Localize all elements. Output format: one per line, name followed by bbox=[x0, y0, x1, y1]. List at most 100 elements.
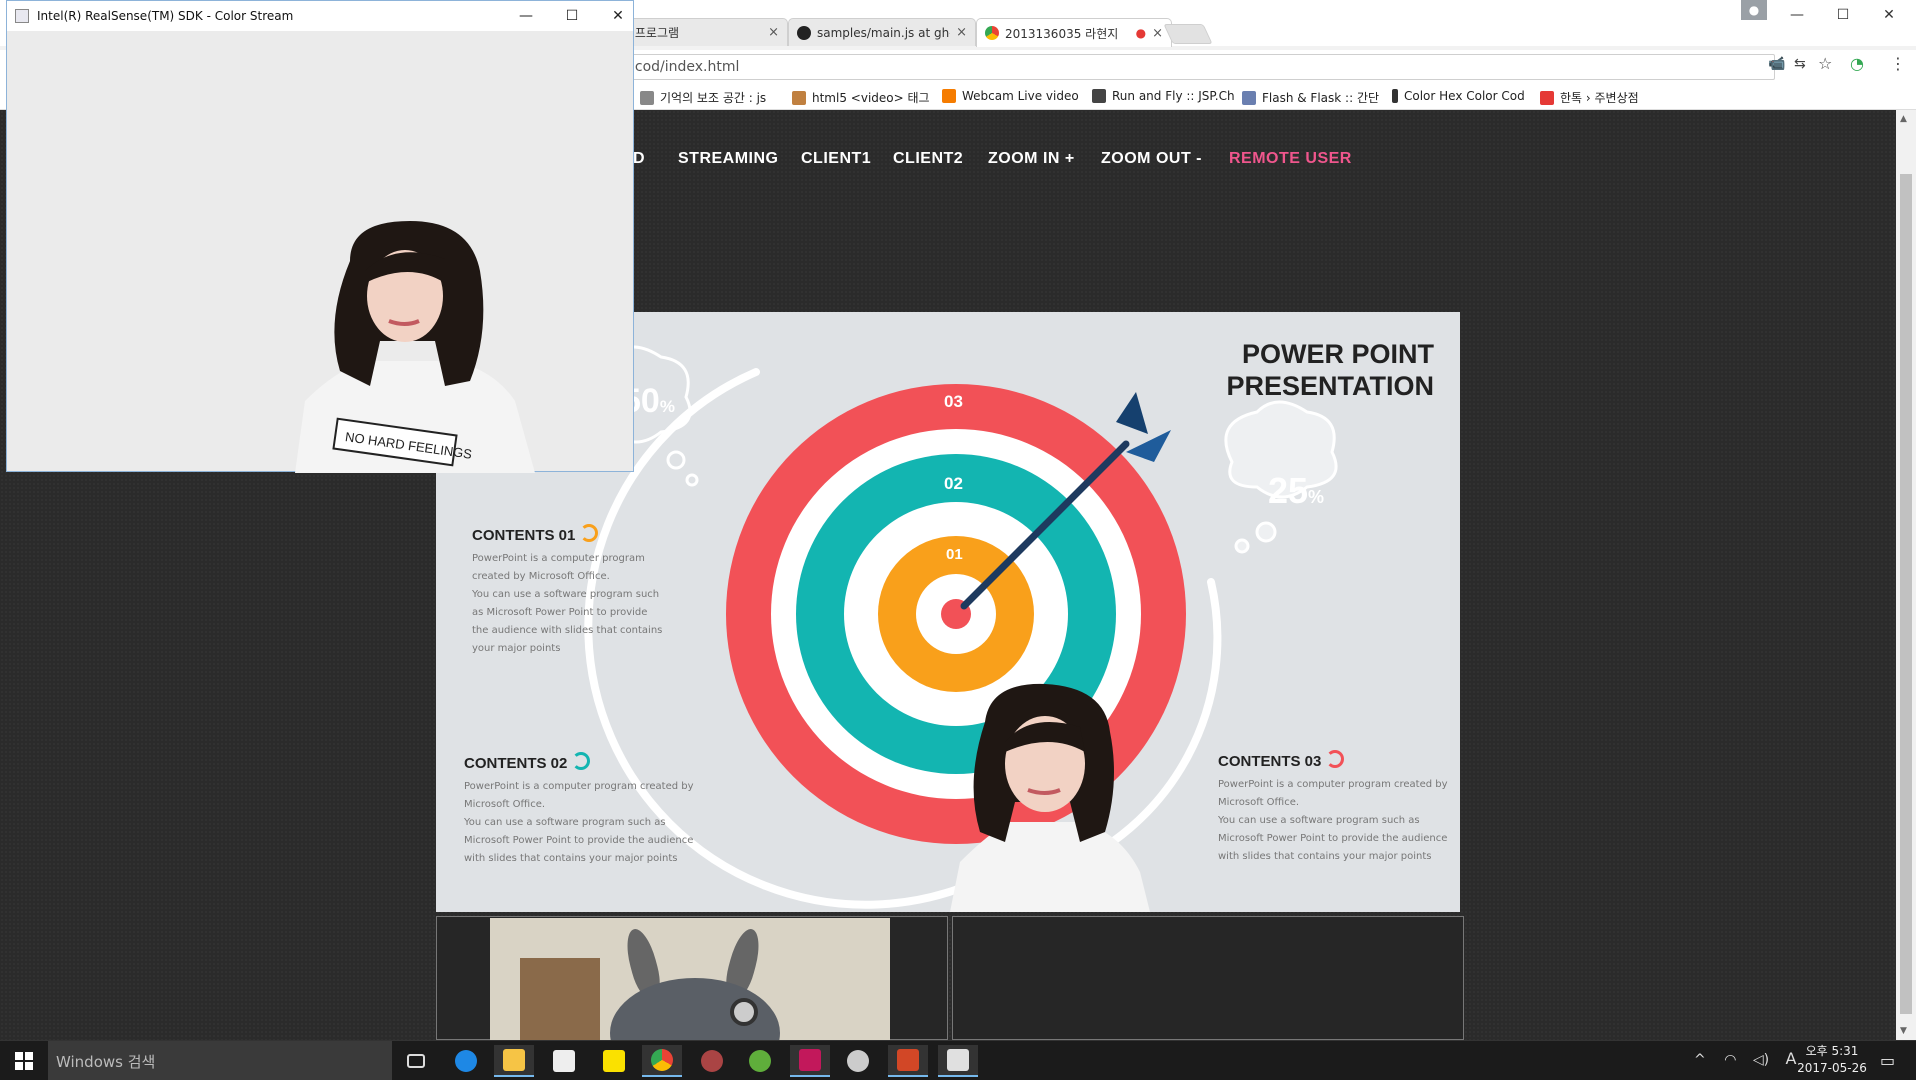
nav-client1[interactable]: CLIENT1 bbox=[801, 150, 871, 168]
text-line: PowerPoint is a computer program created… bbox=[464, 781, 694, 792]
translate-icon[interactable]: ⇆ bbox=[1794, 56, 1806, 72]
bookmark-item[interactable]: 한톡 › 주변상점 bbox=[1540, 89, 1639, 106]
ring-label-01: 01 bbox=[946, 546, 963, 563]
profile-icon[interactable]: ● bbox=[1741, 0, 1767, 20]
app-generic-icon[interactable] bbox=[692, 1045, 732, 1077]
color-stream-person: NO HARD FEELINGS bbox=[295, 221, 535, 473]
bookmark-label: Run and Fly :: JSP.Ch bbox=[1112, 89, 1235, 103]
contents-02-title-text: CONTENTS 02 bbox=[464, 755, 568, 772]
text-line: You can use a software program such as bbox=[1218, 815, 1420, 826]
system-tray: ^ ◠ ◁) A bbox=[1694, 1049, 1797, 1068]
java-icon bbox=[15, 9, 29, 23]
nav-zoom-in[interactable]: ZOOM IN + bbox=[988, 150, 1075, 168]
bookmark-item[interactable]: Flash & Flask :: 간단 bbox=[1242, 89, 1379, 106]
menu-icon[interactable]: ⋮ bbox=[1890, 54, 1906, 73]
utorrent-icon[interactable] bbox=[740, 1045, 780, 1077]
bookmark-icon bbox=[1540, 90, 1554, 105]
bookmark-item[interactable]: Run and Fly :: JSP.Ch bbox=[1092, 89, 1235, 103]
page-scrollbar[interactable]: ▲ ▼ bbox=[1896, 110, 1916, 1040]
bookmark-label: 기억의 보조 공간 : js bbox=[660, 91, 767, 105]
close-button[interactable]: ✕ bbox=[1866, 0, 1912, 30]
contents-01-body: PowerPoint is a computer program created… bbox=[472, 550, 672, 658]
scroll-up-icon[interactable]: ▲ bbox=[1900, 114, 1907, 124]
tab-label: samples/main.js at gh-p bbox=[817, 25, 951, 40]
kakaotalk-icon[interactable] bbox=[594, 1045, 634, 1077]
nav-streaming[interactable]: STREAMING bbox=[678, 150, 779, 168]
chrome-icon bbox=[985, 26, 999, 40]
new-tab-button[interactable] bbox=[1163, 24, 1213, 44]
tray-chevron-icon[interactable]: ^ bbox=[1694, 1052, 1706, 1068]
volume-icon[interactable]: ◁) bbox=[1753, 1052, 1769, 1068]
extension-icon[interactable]: ◔ bbox=[1850, 54, 1864, 73]
tab-active-page[interactable]: 2013136035 라현지 ● × bbox=[976, 18, 1172, 47]
bookmark-icon bbox=[1092, 89, 1106, 103]
address-bar[interactable]: ncod/index.html bbox=[615, 54, 1775, 80]
contents-01-title-text: CONTENTS 01 bbox=[472, 527, 576, 544]
edge-icon[interactable] bbox=[446, 1045, 486, 1077]
text-line: PowerPoint is a computer program created… bbox=[1218, 779, 1448, 790]
realsense-title: Intel(R) RealSense(TM) SDK - Color Strea… bbox=[37, 9, 294, 23]
tab-github-samples[interactable]: samples/main.js at gh-p × bbox=[788, 18, 976, 46]
taskbar-clock[interactable]: 오후 5:31 2017-05-26 bbox=[1792, 1043, 1872, 1077]
store-icon[interactable] bbox=[544, 1045, 584, 1077]
bookmark-item[interactable]: Color Hex Color Cod bbox=[1392, 89, 1525, 103]
blogger-icon bbox=[942, 89, 956, 103]
bookmark-item[interactable]: 기억의 보조 공간 : js bbox=[640, 89, 766, 106]
text-line: with slides that contains your major poi… bbox=[1218, 851, 1432, 862]
camera-icon[interactable]: 📹 bbox=[1768, 56, 1785, 72]
file-explorer-icon[interactable] bbox=[494, 1045, 534, 1077]
task-view-icon[interactable] bbox=[396, 1045, 436, 1077]
percent-left-unit: % bbox=[659, 397, 675, 416]
bookmark-item[interactable]: html5 <video> 태그 bbox=[792, 89, 930, 106]
java-icon[interactable] bbox=[938, 1045, 978, 1077]
bookmark-label: html5 <video> 태그 bbox=[812, 91, 930, 105]
wireshark-icon[interactable] bbox=[838, 1045, 878, 1077]
wifi-icon[interactable]: ◠ bbox=[1724, 1052, 1736, 1068]
tab-close-icon[interactable]: × bbox=[768, 25, 779, 40]
percent-right-value: 25 bbox=[1268, 470, 1309, 511]
bookmark-icon bbox=[792, 90, 806, 105]
chrome-icon[interactable] bbox=[642, 1045, 682, 1077]
text-line: Microsoft Office. bbox=[1218, 797, 1300, 808]
github-icon bbox=[797, 25, 811, 40]
windows-taskbar: Windows 검색 ^ ◠ ◁) A 오후 5:31 2017-05-26 ▭ bbox=[0, 1040, 1916, 1080]
taskbar-search[interactable]: Windows 검색 bbox=[48, 1041, 392, 1080]
contents-03-title-text: CONTENTS 03 bbox=[1218, 753, 1322, 770]
bookmark-item[interactable]: Webcam Live video bbox=[942, 89, 1079, 103]
scroll-thumb[interactable] bbox=[1900, 174, 1912, 1014]
bookmark-label: Webcam Live video bbox=[962, 89, 1079, 103]
rs-minimize-button[interactable]: — bbox=[503, 1, 549, 31]
tab-close-icon[interactable]: × bbox=[1152, 26, 1163, 41]
rs-close-button[interactable]: ✕ bbox=[595, 1, 641, 31]
text-line: your major points bbox=[472, 643, 561, 654]
star-icon[interactable]: ☆ bbox=[1818, 54, 1832, 73]
slide-title-line1: POWER POINT bbox=[1241, 339, 1434, 369]
intellij-icon[interactable] bbox=[790, 1045, 830, 1077]
windows-logo-icon bbox=[15, 1052, 33, 1070]
tab-close-icon[interactable]: × bbox=[956, 25, 967, 40]
bookmark-icon bbox=[640, 90, 654, 105]
ring-label-03: 03 bbox=[944, 392, 963, 411]
tab-label: 2013136035 라현지 bbox=[1005, 26, 1119, 41]
start-button[interactable] bbox=[0, 1041, 48, 1080]
text-line: Microsoft Office. bbox=[464, 799, 546, 810]
maximize-button[interactable]: ☐ bbox=[1820, 0, 1866, 30]
remote-user-video-cutout bbox=[950, 683, 1150, 912]
clock-time: 오후 5:31 bbox=[1805, 1044, 1859, 1058]
contents-03-body: PowerPoint is a computer program created… bbox=[1218, 776, 1458, 866]
arrow-fletch-2 bbox=[1126, 430, 1171, 462]
contents-02-title: CONTENTS 02 bbox=[464, 752, 590, 772]
nav-zoom-out[interactable]: ZOOM OUT - bbox=[1101, 150, 1202, 168]
client2-video-panel bbox=[952, 916, 1464, 1040]
nav-client2[interactable]: CLIENT2 bbox=[893, 150, 963, 168]
spinner-teal-icon bbox=[571, 752, 590, 770]
powerpoint-icon[interactable] bbox=[888, 1045, 928, 1077]
bookmark-icon bbox=[1392, 89, 1398, 103]
notification-icon[interactable]: ▭ bbox=[1880, 1051, 1895, 1070]
scroll-down-icon[interactable]: ▼ bbox=[1900, 1026, 1907, 1036]
nav-remote-user[interactable]: REMOTE USER bbox=[1229, 150, 1352, 168]
bookmark-label: Color Hex Color Cod bbox=[1404, 89, 1525, 103]
minimize-button[interactable]: — bbox=[1774, 0, 1820, 30]
rs-maximize-button[interactable]: ☐ bbox=[549, 1, 595, 31]
spinner-red-icon bbox=[1325, 750, 1344, 768]
